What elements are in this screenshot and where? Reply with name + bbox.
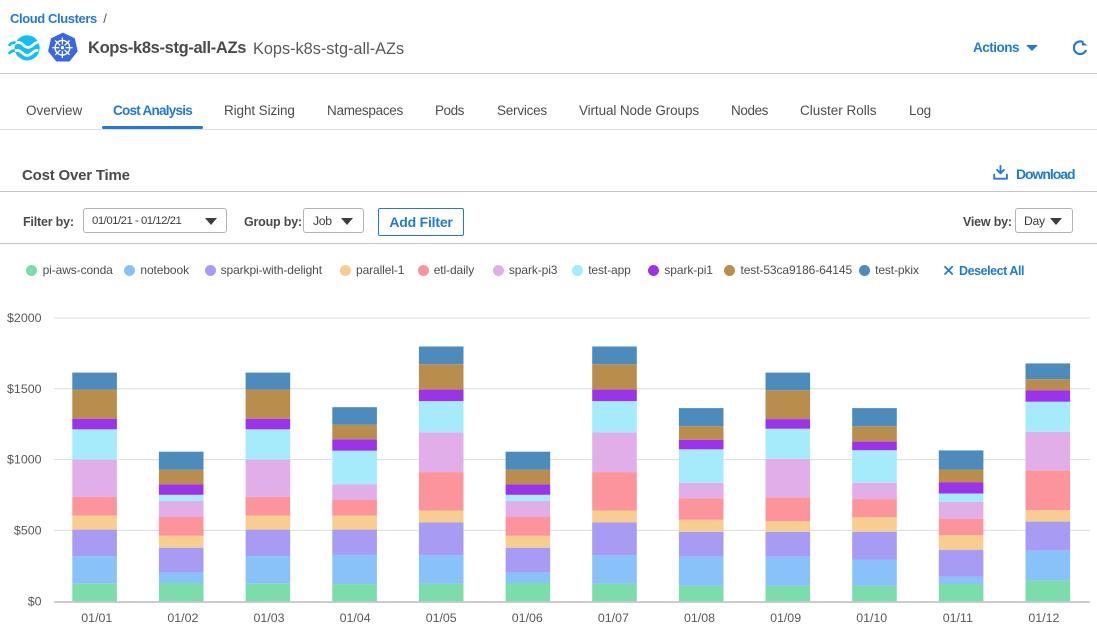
svg-text:01/07: 01/07 bbox=[598, 611, 629, 625]
svg-text:01/09: 01/09 bbox=[770, 611, 801, 625]
svg-text:01/08: 01/08 bbox=[684, 611, 715, 625]
svg-text:01/04: 01/04 bbox=[340, 611, 371, 625]
svg-text:$1000: $1000 bbox=[7, 453, 42, 467]
svg-text:01/03: 01/03 bbox=[253, 611, 284, 625]
svg-text:$2000: $2000 bbox=[7, 311, 42, 325]
svg-text:01/01: 01/01 bbox=[81, 611, 112, 625]
svg-text:01/06: 01/06 bbox=[512, 611, 543, 625]
svg-text:01/10: 01/10 bbox=[856, 611, 887, 625]
svg-text:$0: $0 bbox=[28, 594, 42, 608]
svg-text:$1500: $1500 bbox=[7, 382, 42, 396]
svg-text:$500: $500 bbox=[14, 524, 42, 538]
svg-text:01/02: 01/02 bbox=[167, 611, 198, 625]
svg-text:01/11: 01/11 bbox=[943, 611, 973, 625]
svg-text:01/05: 01/05 bbox=[426, 611, 457, 625]
svg-text:01/12: 01/12 bbox=[1028, 611, 1059, 625]
